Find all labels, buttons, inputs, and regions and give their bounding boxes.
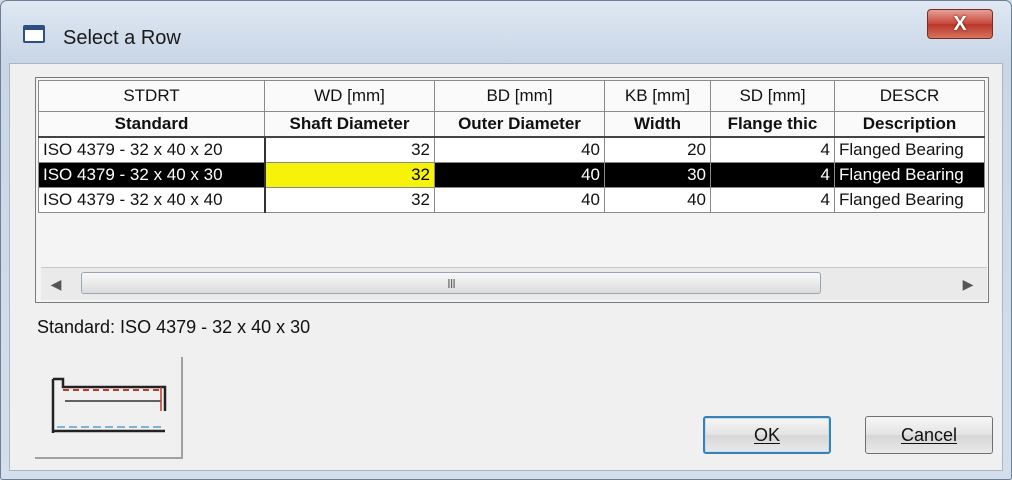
horizontal-scrollbar[interactable]: ◀ III ▶ [41,267,987,300]
table-cell[interactable]: Flanged Bearing [834,162,985,188]
table-row[interactable]: ISO 4379 - 32 x 40 x 40 32 40 40 4 Flang… [38,187,985,213]
table-cell[interactable]: Flanged Bearing [834,187,985,213]
column-title-header[interactable]: Shaft Diameter [264,111,435,138]
ok-button-label: OK [753,424,780,445]
scroll-thumb-grip: III [447,275,456,291]
scroll-left-arrow-icon[interactable]: ◀ [45,274,67,294]
table-row-selected[interactable]: ISO 4379 - 32 x 40 x 30 32 40 30 4 Flang… [38,162,985,188]
column-title-header-row: Standard Shaft Diameter Outer Diameter W… [38,111,985,138]
table-cell[interactable]: 40 [434,162,605,188]
table-cell[interactable]: 30 [604,162,711,188]
table-cell[interactable]: 20 [604,136,711,163]
table-cell[interactable]: Flanged Bearing [834,136,985,163]
cancel-button[interactable]: Cancel [865,416,993,454]
column-code-header[interactable]: SD [mm] [710,80,835,112]
flanged-bearing-preview-icon [51,377,167,433]
table-cell[interactable]: 4 [710,187,835,213]
table-cell[interactable]: 4 [710,162,835,188]
dialog-title: Select a Row [63,27,181,49]
table-cell[interactable]: 40 [434,187,605,213]
table-cell[interactable]: 4 [710,136,835,163]
ok-button[interactable]: OK [703,416,831,454]
column-code-header-row: STDRT WD [mm] BD [mm] KB [mm] SD [mm] DE… [38,80,985,112]
scroll-thumb[interactable]: III [81,272,821,294]
column-code-header[interactable]: STDRT [38,80,265,112]
table-cell[interactable]: 32 [264,136,435,163]
column-title-header[interactable]: Description [834,111,985,138]
current-cell[interactable]: 32 [264,162,435,188]
column-title-header[interactable]: Flange thic [710,111,835,138]
table-cell[interactable]: 32 [264,187,435,213]
table-cell[interactable]: 40 [434,136,605,163]
column-title-header[interactable]: Width [604,111,711,138]
bearing-table: STDRT WD [mm] BD [mm] KB [mm] SD [mm] DE… [38,80,985,213]
column-code-header[interactable]: WD [mm] [264,80,435,112]
column-code-header[interactable]: DESCR [834,80,985,112]
title-bar[interactable]: Select a Row X [1,1,1011,65]
table-row[interactable]: ISO 4379 - 32 x 40 x 20 32 40 20 4 Flang… [38,136,985,163]
scroll-right-arrow-icon[interactable]: ▶ [957,274,979,294]
selected-standard-label: Standard: ISO 4379 - 32 x 40 x 30 [37,317,311,337]
column-title-header[interactable]: Outer Diameter [434,111,605,138]
column-code-header[interactable]: KB [mm] [604,80,711,112]
close-button[interactable]: X [927,9,993,39]
table-cell[interactable]: ISO 4379 - 32 x 40 x 30 [38,162,266,188]
column-title-header[interactable]: Standard [38,111,265,138]
window-icon [23,25,45,43]
close-icon: X [953,12,967,35]
dialog-window: Select a Row X STDRT WD [mm] BD [mm] KB … [0,0,1012,480]
table-cell[interactable]: 40 [604,187,711,213]
part-preview [35,357,183,459]
table-cell[interactable]: ISO 4379 - 32 x 40 x 40 [38,187,266,213]
cancel-button-label: Cancel [900,424,958,445]
column-code-header[interactable]: BD [mm] [434,80,605,112]
table-cell[interactable]: ISO 4379 - 32 x 40 x 20 [38,136,266,163]
